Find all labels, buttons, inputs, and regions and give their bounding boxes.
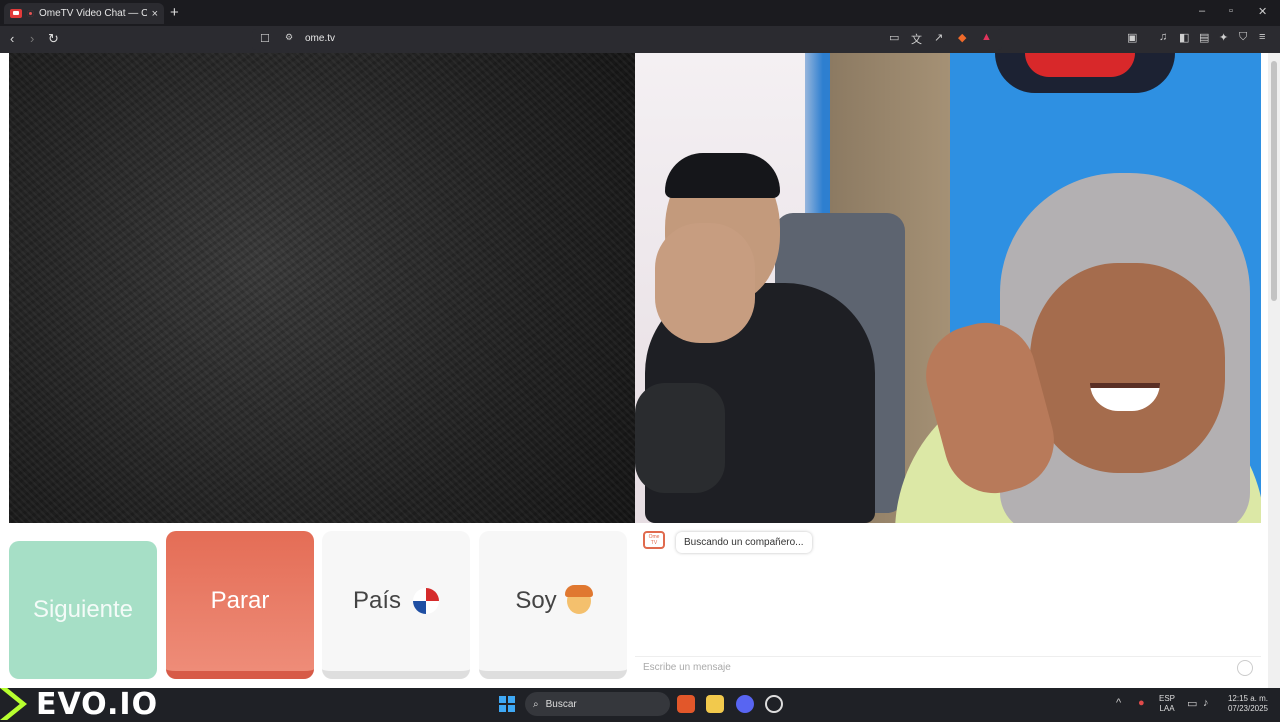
app-icon[interactable] [765, 695, 783, 713]
windows-start-icon[interactable] [499, 696, 515, 712]
stop-button-label: Parar [210, 587, 270, 614]
bookmark-icon[interactable]: ☐ [260, 32, 270, 45]
url-text[interactable]: ome.tv [305, 33, 335, 44]
clock-time: 12:15 a. m. [1227, 694, 1269, 703]
restore-button[interactable]: ▫ [1229, 5, 1233, 17]
brave-rewards-icon[interactable]: ▲ [981, 31, 992, 43]
microphone-image [635, 383, 725, 493]
wallet-icon[interactable]: ▤ [1199, 31, 1209, 44]
volume-icon[interactable]: ♪ [1203, 697, 1209, 709]
next-button-label: Siguiente [32, 596, 134, 623]
tray-overflow-icon[interactable]: ^ [1116, 697, 1121, 709]
recording-indicator-icon [27, 10, 34, 17]
search-icon: ⌕ [533, 698, 539, 710]
country-button[interactable]: País [322, 531, 470, 679]
network-icon[interactable]: ▭ [1187, 697, 1197, 710]
gender-button[interactable]: Soy [479, 531, 627, 679]
vpn-shield-icon[interactable]: ⛉ [1239, 31, 1247, 44]
tab-title: OmeTV Video Chat — Omeg [39, 8, 147, 19]
music-icon[interactable]: ♫ [1159, 31, 1167, 43]
ometv-logo-icon: Ome TV [643, 531, 665, 549]
leo-ai-icon[interactable]: ✦ [1219, 31, 1228, 44]
language-indicator[interactable]: ESP LAA [1159, 694, 1175, 714]
stop-button[interactable]: Parar [166, 531, 314, 679]
chat-status-message: Buscando un compañero... [676, 532, 812, 553]
menu-icon[interactable]: ≡ [1259, 31, 1265, 43]
stranger-video [9, 53, 635, 523]
file-explorer-icon[interactable] [706, 695, 724, 713]
person-right-face [1030, 263, 1225, 473]
close-window-button[interactable]: ✕ [1258, 5, 1267, 18]
microphone-icon[interactable]: ● [1138, 697, 1145, 709]
close-tab-icon[interactable]: × [152, 8, 158, 20]
brave-shields-icon[interactable]: ◆ [958, 31, 966, 44]
discord-icon[interactable] [736, 695, 754, 713]
country-button-label: País [352, 587, 402, 614]
page-content: Siguiente Parar País Soy Ome TV Buscando… [0, 53, 1280, 688]
next-button[interactable]: Siguiente [9, 541, 157, 679]
emoji-icon[interactable] [1237, 660, 1253, 676]
minimize-button[interactable]: – [1199, 5, 1205, 17]
evo-brand-text: EVO.IO [36, 686, 159, 722]
reload-icon[interactable]: ↻ [48, 31, 59, 47]
sidebar-panel-icon[interactable]: ▣ [1127, 31, 1137, 44]
windows-taskbar: EVO.IO ⌕ Buscar ^ ● ESP LAA ▭ ♪ 12:15 a.… [0, 686, 1280, 722]
person-left-hand [655, 223, 755, 343]
address-toolbar: ‹ › ↻ ☐ ⚙ ome.tv ▭ 文 ↗ ◆ ▲ ▣ ♫ ◧ ▤ ✦ ⛉ ≡ [0, 26, 1280, 53]
ometv-favicon-icon [10, 9, 22, 18]
evo-brand-logo: EVO.IO [0, 686, 230, 722]
clock-date: 07/23/2025 [1227, 704, 1269, 713]
scrollbar-thumb[interactable] [1271, 61, 1277, 301]
tab-bar: OmeTV Video Chat — Omeg × + – ▫ ✕ [0, 0, 1280, 26]
sidebar-icon[interactable]: ◧ [1179, 31, 1189, 44]
browser-tab[interactable]: OmeTV Video Chat — Omeg × [4, 3, 164, 24]
translate-icon[interactable]: 文 [911, 31, 922, 47]
taskbar-search-label: Buscar [545, 698, 577, 710]
evo-chevron-icon [0, 688, 27, 720]
boy-face-icon [564, 585, 593, 614]
back-icon[interactable]: ‹ [10, 31, 14, 46]
message-input[interactable]: Escribe un mensaje [635, 656, 1261, 678]
taskbar-search[interactable]: ⌕ Buscar [525, 692, 670, 716]
language-code: ESP [1159, 694, 1176, 703]
chat-panel: Ome TV Buscando un compañero... Escribe … [635, 523, 1261, 688]
page-scrollbar[interactable] [1268, 53, 1280, 688]
gender-button-label: Soy [515, 587, 557, 614]
new-tab-button[interactable]: + [170, 4, 179, 21]
site-info-icon[interactable]: ⚙ [285, 32, 293, 43]
hat-red-image [1025, 53, 1135, 77]
keyboard-layout: LAA [1159, 704, 1175, 713]
self-video [635, 53, 1261, 523]
share-icon[interactable]: ↗ [934, 31, 943, 44]
video-static-noise [9, 53, 635, 523]
clock[interactable]: 12:15 a. m. 07/23/2025 [1224, 694, 1272, 714]
person-left-hair [665, 153, 780, 198]
cast-icon[interactable]: ▭ [889, 31, 899, 44]
brave-browser-icon[interactable] [677, 695, 695, 713]
panama-flag-icon [413, 588, 440, 614]
forward-icon[interactable]: › [30, 31, 34, 46]
